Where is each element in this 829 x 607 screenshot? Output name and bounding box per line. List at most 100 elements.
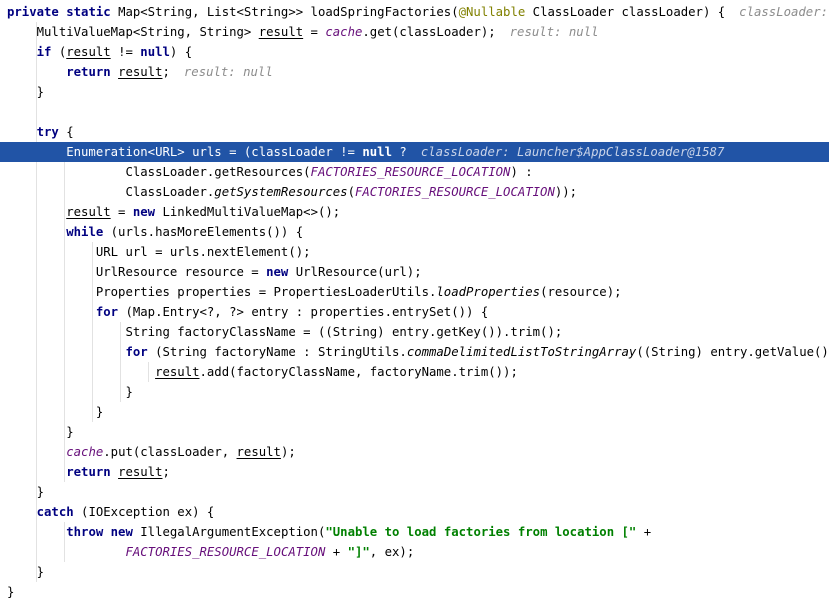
code-token: new — [110, 525, 141, 539]
code-line[interactable]: while (urls.hasMoreElements()) { — [0, 222, 829, 242]
code-line[interactable]: ClassLoader.getSystemResources(FACTORIES… — [0, 182, 829, 202]
code-token: result — [236, 445, 281, 459]
code-line[interactable]: return result; result: null — [0, 62, 829, 82]
code-line[interactable]: } — [0, 562, 829, 582]
code-token: } — [7, 405, 104, 419]
code-editor[interactable]: private static Map<String, List<String>>… — [0, 0, 829, 607]
code-token: cache — [325, 25, 363, 39]
code-token: new — [132, 205, 163, 219]
code-line[interactable]: return result; — [0, 462, 829, 482]
code-token: @Nullable — [458, 5, 533, 19]
code-token: ((String) entry.getValue())) { — [636, 345, 829, 359]
code-token: IllegalArgumentException( — [140, 525, 326, 539]
code-token: = — [303, 25, 326, 39]
code-token: Map<String, List<String>> loadSpringFact… — [118, 5, 459, 19]
code-token: ) : — [510, 165, 533, 179]
code-token: .get(classLoader); — [362, 25, 496, 39]
code-line[interactable]: Properties properties = PropertiesLoader… — [0, 282, 829, 302]
code-line[interactable]: } — [0, 422, 829, 442]
code-token: Properties properties = PropertiesLoader… — [7, 285, 437, 299]
code-line[interactable]: FACTORIES_RESOURCE_LOCATION + "]", ex); — [0, 542, 829, 562]
code-line[interactable]: MultiValueMap<String, String> result = c… — [0, 22, 829, 42]
code-token: { — [66, 125, 74, 139]
code-line[interactable]: private static Map<String, List<String>>… — [0, 2, 829, 22]
code-token: while — [66, 225, 111, 239]
code-token: commaDelimitedListToStringArray — [406, 345, 637, 359]
code-line[interactable]: } — [0, 582, 829, 602]
code-token: } — [7, 385, 133, 399]
code-token: if — [36, 45, 59, 59]
code-line[interactable]: UrlResource resource = new UrlResource(u… — [0, 262, 829, 282]
code-token: ClassLoader.getResources( — [7, 165, 311, 179]
code-token: "]" — [347, 545, 370, 559]
code-token: result — [118, 465, 163, 479]
code-line[interactable] — [0, 102, 829, 122]
code-token: result — [118, 65, 163, 79]
code-token: ); — [280, 445, 296, 459]
code-token: new — [266, 265, 296, 279]
code-line[interactable]: if (result != null) { — [0, 42, 829, 62]
code-token: throw — [66, 525, 111, 539]
code-token: ClassLoader. — [7, 185, 215, 199]
code-token: for — [125, 345, 156, 359]
code-line[interactable]: } — [0, 482, 829, 502]
code-token: != — [110, 45, 141, 59]
code-token: = — [110, 205, 133, 219]
code-line-current[interactable]: Enumeration<URL> urls = (classLoader != … — [0, 142, 829, 162]
code-token: return — [66, 65, 119, 79]
code-line[interactable]: cache.put(classLoader, result); — [0, 442, 829, 462]
code-token: ) { — [169, 45, 193, 59]
code-token: FACTORIES_RESOURCE_LOCATION — [125, 545, 326, 559]
code-token: UrlResource(url); — [295, 265, 422, 279]
code-token: URL url = urls.nextElement(); — [7, 245, 311, 259]
code-line[interactable]: for (Map.Entry<?, ?> entry : properties.… — [0, 302, 829, 322]
code-token: )); — [554, 185, 578, 199]
code-token: (String factoryName : StringUtils. — [155, 345, 407, 359]
code-token: LinkedMultiValueMap<>(); — [162, 205, 341, 219]
code-token: (urls.hasMoreElements()) { — [110, 225, 304, 239]
code-token: private — [7, 5, 67, 19]
code-token: result — [66, 45, 111, 59]
code-token: } — [7, 485, 45, 499]
code-token: ( — [347, 185, 355, 199]
code-token: + — [636, 525, 652, 539]
code-token: try — [36, 125, 67, 139]
code-token: Enumeration<URL> urls = (classLoader != — [7, 145, 363, 159]
code-token: (resource); — [540, 285, 622, 299]
debug-inline-value: classLoader: Launcher$AppClassLoader@158… — [420, 145, 725, 159]
code-token: } — [7, 585, 15, 599]
code-line[interactable]: result = new LinkedMultiValueMap<>(); — [0, 202, 829, 222]
code-line[interactable]: try { — [0, 122, 829, 142]
code-token: ; — [162, 65, 170, 79]
code-line[interactable]: } — [0, 402, 829, 422]
code-token: } — [7, 85, 45, 99]
code-line[interactable]: ClassLoader.getResources(FACTORIES_RESOU… — [0, 162, 829, 182]
debug-inline-value: result: null — [509, 25, 599, 39]
code-token: .add(factoryClassName, factoryName.trim(… — [199, 365, 518, 379]
code-line[interactable]: result.add(factoryClassName, factoryName… — [0, 362, 829, 382]
code-line[interactable]: } — [0, 82, 829, 102]
code-line[interactable]: throw new IllegalArgumentException("Unab… — [0, 522, 829, 542]
code-token: FACTORIES_RESOURCE_LOCATION — [310, 165, 511, 179]
code-token: + — [325, 545, 348, 559]
code-line[interactable]: String factoryClassName = ((String) entr… — [0, 322, 829, 342]
debug-inline-value: classLoader: Launch — [739, 5, 829, 19]
code-token: cache — [66, 445, 104, 459]
code-line[interactable]: URL url = urls.nextElement(); — [0, 242, 829, 262]
code-token: UrlResource resource = — [7, 265, 267, 279]
code-line[interactable]: for (String factoryName : StringUtils.co… — [0, 342, 829, 362]
code-token: ; — [162, 465, 170, 479]
code-token: } — [7, 425, 74, 439]
code-token: loadProperties — [436, 285, 541, 299]
debug-inline-value: result: null — [183, 65, 273, 79]
code-line[interactable]: catch (IOException ex) { — [0, 502, 829, 522]
code-line[interactable]: } — [0, 382, 829, 402]
